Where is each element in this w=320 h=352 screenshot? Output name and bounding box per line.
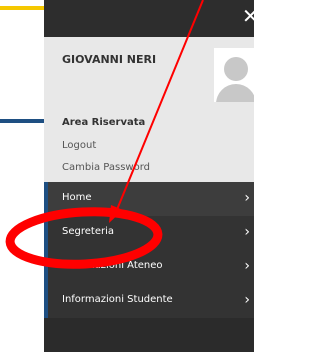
menu-item-informazioni-ateneo[interactable]: Informazioni Ateneo › — [48, 250, 254, 284]
chevron-right-icon: › — [244, 190, 250, 206]
blue-accent-line — [0, 119, 44, 123]
chevron-right-icon: › — [244, 258, 250, 274]
yellow-accent-line — [0, 6, 44, 10]
user-info-box: GIOVANNI NERI Area Riservata Logout Camb… — [44, 37, 254, 182]
menu-item-label: Home — [62, 192, 92, 203]
menu-item-home[interactable]: Home › — [48, 182, 254, 216]
change-password-link[interactable]: Cambia Password — [62, 162, 150, 173]
main-menu: Home › Segreteria › Informazioni Ateneo … — [44, 182, 254, 318]
menu-item-label: Informazioni Ateneo — [62, 260, 163, 271]
menu-topbar: ✕ — [44, 0, 259, 37]
page-background-strip — [0, 0, 44, 352]
avatar-head-shape — [224, 57, 248, 81]
avatar-body-shape — [216, 84, 254, 102]
chevron-right-icon: › — [244, 292, 250, 308]
menu-item-label: Segreteria — [62, 226, 114, 237]
logout-link[interactable]: Logout — [62, 140, 96, 151]
menu-bottom-fill — [44, 318, 254, 352]
close-icon[interactable]: ✕ — [242, 4, 259, 28]
menu-item-segreteria[interactable]: Segreteria › — [48, 216, 254, 250]
menu-item-informazioni-studente[interactable]: Informazioni Studente › — [48, 284, 254, 318]
reserved-area-title: Area Riservata — [62, 117, 146, 128]
user-name: GIOVANNI NERI — [62, 53, 157, 66]
menu-item-label: Informazioni Studente — [62, 294, 173, 305]
side-menu-panel: ✕ GIOVANNI NERI Area Riservata Logout Ca… — [44, 0, 259, 352]
chevron-right-icon: › — [244, 224, 250, 240]
user-avatar-icon — [214, 48, 254, 102]
